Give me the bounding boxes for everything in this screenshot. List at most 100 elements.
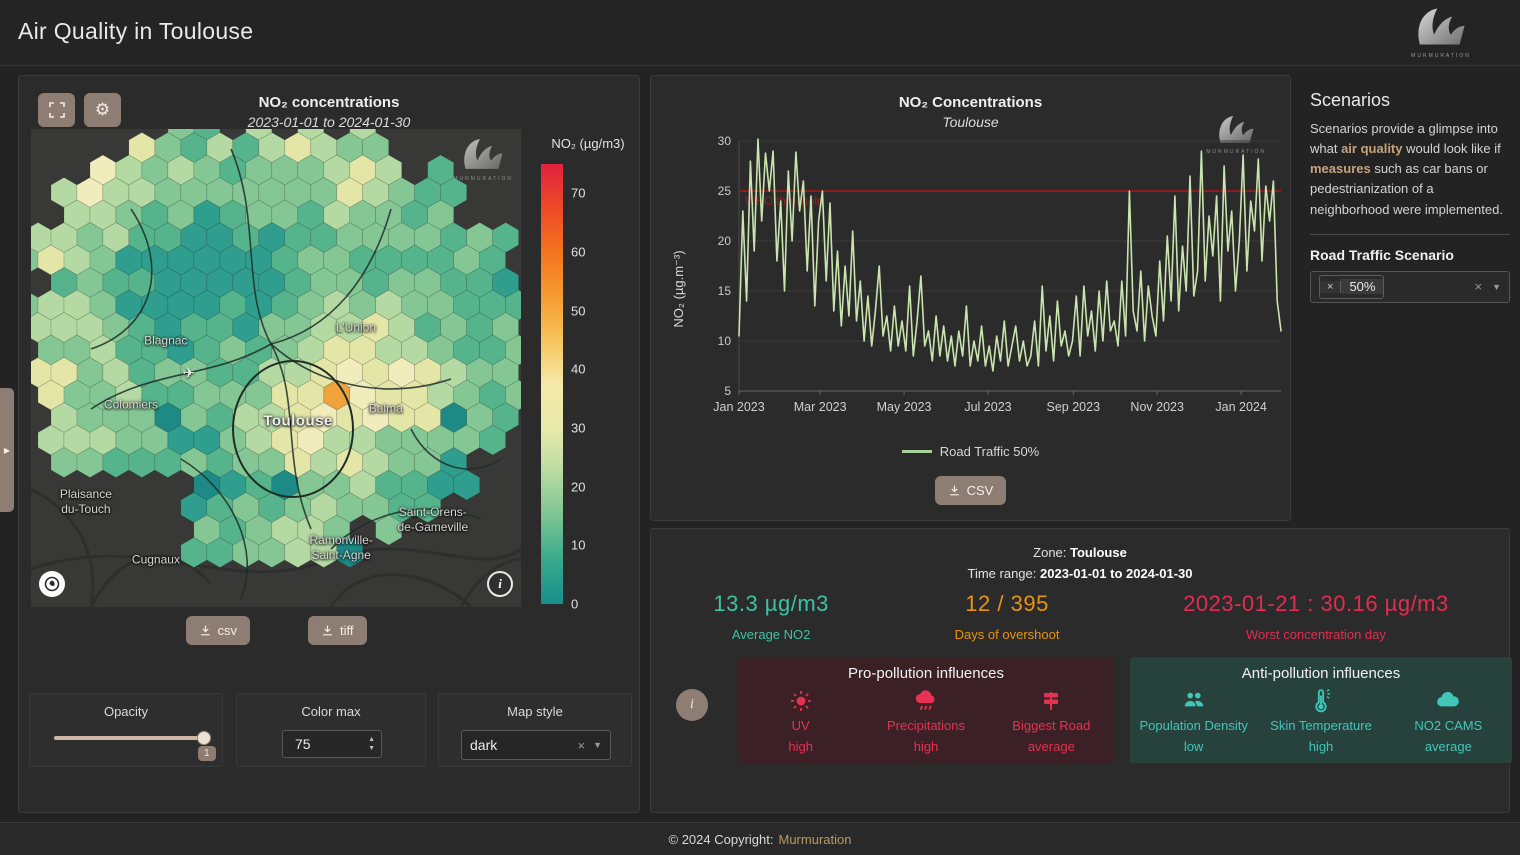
svg-text:Jul 2023: Jul 2023 [964, 400, 1011, 414]
rain-cloud-icon [913, 688, 939, 714]
sidebar-expand-handle[interactable]: ▶ [0, 388, 14, 512]
opacity-control: Opacity 1 [29, 693, 223, 767]
colorbar-title: NO₂ (µg/m3) [535, 136, 641, 151]
biggest-road-label: Biggest Road [989, 718, 1113, 733]
days-overshoot-stat: 12 / 395 Days of overshoot [891, 591, 1123, 642]
chevron-down-icon[interactable]: ▼ [593, 740, 602, 750]
map-title: NO₂ concentrations [19, 94, 639, 111]
svg-text:5: 5 [724, 384, 731, 398]
mapstyle-select[interactable]: dark × ▼ [461, 730, 611, 760]
colorbar-tick: 60 [571, 245, 585, 260]
sun-icon [789, 689, 813, 713]
colorbar-tick: 40 [571, 362, 585, 377]
step-up-icon[interactable]: ▲ [368, 737, 375, 743]
average-no2-label: Average NO2 [651, 627, 891, 642]
info-button[interactable]: i [676, 689, 708, 721]
mapbox-attribution-icon[interactable] [39, 571, 65, 597]
skin-temperature-influence: Skin Temperature high [1258, 688, 1384, 754]
airport-icon: ✈ [182, 364, 195, 382]
anti-pollution-panel: Anti-pollution influences Population Den… [1130, 657, 1512, 763]
biggest-road-influence: Biggest Road average [989, 688, 1113, 754]
chart-plot-area[interactable]: 51015202530Jan 2023Mar 2023May 2023Jul 2… [699, 136, 1284, 436]
population-density-influence: Population Density low [1131, 688, 1257, 754]
days-overshoot-label: Days of overshoot [891, 627, 1123, 642]
scenarios-title: Scenarios [1310, 90, 1510, 111]
svg-text:Jan 2024: Jan 2024 [1215, 400, 1266, 414]
colormax-value: 75 [295, 736, 311, 752]
colorbar-tick: 0 [571, 597, 578, 612]
chart-legend[interactable]: Road Traffic 50% [651, 444, 1290, 459]
scenarios-description: Scenarios provide a glimpse into what ai… [1310, 119, 1510, 220]
hexagon-map[interactable]: BlagnacL'UnionColomiersToulouseBalmaPlai… [31, 129, 521, 607]
cloud-icon [1435, 688, 1461, 714]
step-down-icon[interactable]: ▼ [368, 746, 375, 752]
clear-icon[interactable]: × [1474, 279, 1482, 294]
header: Air Quality in Toulouse MURMURATION [0, 0, 1520, 66]
chevron-down-icon[interactable]: ▼ [1492, 282, 1501, 292]
chart-header: NO₂ Concentrations Toulouse [651, 94, 1290, 130]
zone-value: Toulouse [1070, 545, 1127, 560]
svg-text:15: 15 [718, 284, 732, 298]
divider [1310, 234, 1510, 235]
road-traffic-scenario-select[interactable]: × 50% × ▼ [1310, 271, 1510, 303]
svg-text:20: 20 [718, 234, 732, 248]
colormax-label: Color max [237, 704, 425, 719]
map-tiff-button[interactable]: tiff [308, 616, 367, 645]
worst-day-stat: 2023-01-21 : 30.16 µg/m3 Worst concentra… [1123, 591, 1509, 642]
uv-influence: UV high [739, 688, 863, 754]
map-info-button[interactable]: i [487, 571, 513, 597]
map-csv-button[interactable]: csv [186, 616, 251, 645]
road-sign-icon [1039, 689, 1063, 713]
tag-remove-icon[interactable]: × [1320, 281, 1341, 293]
svg-text:Mar 2023: Mar 2023 [794, 400, 847, 414]
stats-panel: Zone: Toulouse Time range: 2023-01-01 to… [650, 528, 1510, 813]
clear-icon[interactable]: × [577, 738, 585, 753]
chart-download-row: CSV [651, 476, 1290, 505]
average-no2-value: 13.3 µg/m3 [651, 591, 891, 617]
influences-row: i Pro-pollution influences UV high Preci… [651, 657, 1509, 763]
colormax-steppers[interactable]: ▲▼ [368, 737, 375, 752]
dashboard: Air Quality in Toulouse MURMURATION ▶ ⚙ … [0, 0, 1520, 855]
colormax-input[interactable]: 75 ▲▼ [282, 730, 382, 758]
map-subtitle: 2023-01-01 to 2024-01-30 [19, 114, 639, 130]
chart-panel: NO₂ Concentrations Toulouse MURMURATION … [650, 75, 1291, 521]
opacity-value-badge: 1 [198, 746, 216, 761]
footer: © 2024 Copyright: Murmuration [0, 822, 1520, 855]
skin-temperature-label: Skin Temperature [1258, 718, 1384, 733]
colorbar-tick: 20 [571, 479, 585, 494]
no2-cams-value: average [1385, 739, 1511, 754]
opacity-slider-handle[interactable] [197, 731, 211, 745]
murmuration-logo: MURMURATION [1410, 6, 1472, 59]
colorbar-tick: 70 [571, 186, 585, 201]
people-icon [1181, 688, 1207, 714]
map-watermark-logo: MURMURATION [453, 137, 513, 182]
colorbar-tick: 30 [571, 421, 585, 436]
hexagon-layer [31, 129, 521, 607]
precipitations-value: high [864, 739, 988, 754]
colorbar-tick: 50 [571, 303, 585, 318]
svg-text:25: 25 [718, 184, 732, 198]
chart-csv-button[interactable]: CSV [935, 476, 1007, 505]
murmuration-link[interactable]: Murmuration [779, 832, 852, 847]
scenario-tag: × 50% [1319, 275, 1384, 299]
svg-text:May 2023: May 2023 [877, 400, 932, 414]
colorbar-tick: 10 [571, 538, 585, 553]
download-icon [321, 624, 334, 637]
svg-text:Sep 2023: Sep 2023 [1047, 400, 1101, 414]
chart-subtitle: Toulouse [651, 114, 1290, 130]
mapstyle-control: Map style dark × ▼ [438, 693, 632, 767]
opacity-slider[interactable] [54, 736, 204, 740]
chart-ylabel: NO₂ (µg.m⁻³) [671, 219, 687, 359]
uv-value: high [739, 739, 863, 754]
opacity-label: Opacity [30, 704, 222, 719]
pro-pollution-title: Pro-pollution influences [738, 665, 1114, 682]
time-range-line: Time range: 2023-01-01 to 2024-01-30 [651, 566, 1509, 581]
average-no2-stat: 13.3 µg/m3 Average NO2 [651, 591, 891, 642]
murmuration-logo-icon [1410, 6, 1472, 52]
zone-line: Zone: Toulouse [651, 545, 1509, 560]
mapstyle-value: dark [470, 737, 577, 753]
line-chart: 51015202530Jan 2023Mar 2023May 2023Jul 2… [699, 136, 1284, 436]
download-icon [199, 624, 212, 637]
tag-value: 50% [1341, 279, 1383, 294]
anti-pollution-title: Anti-pollution influences [1130, 665, 1512, 682]
